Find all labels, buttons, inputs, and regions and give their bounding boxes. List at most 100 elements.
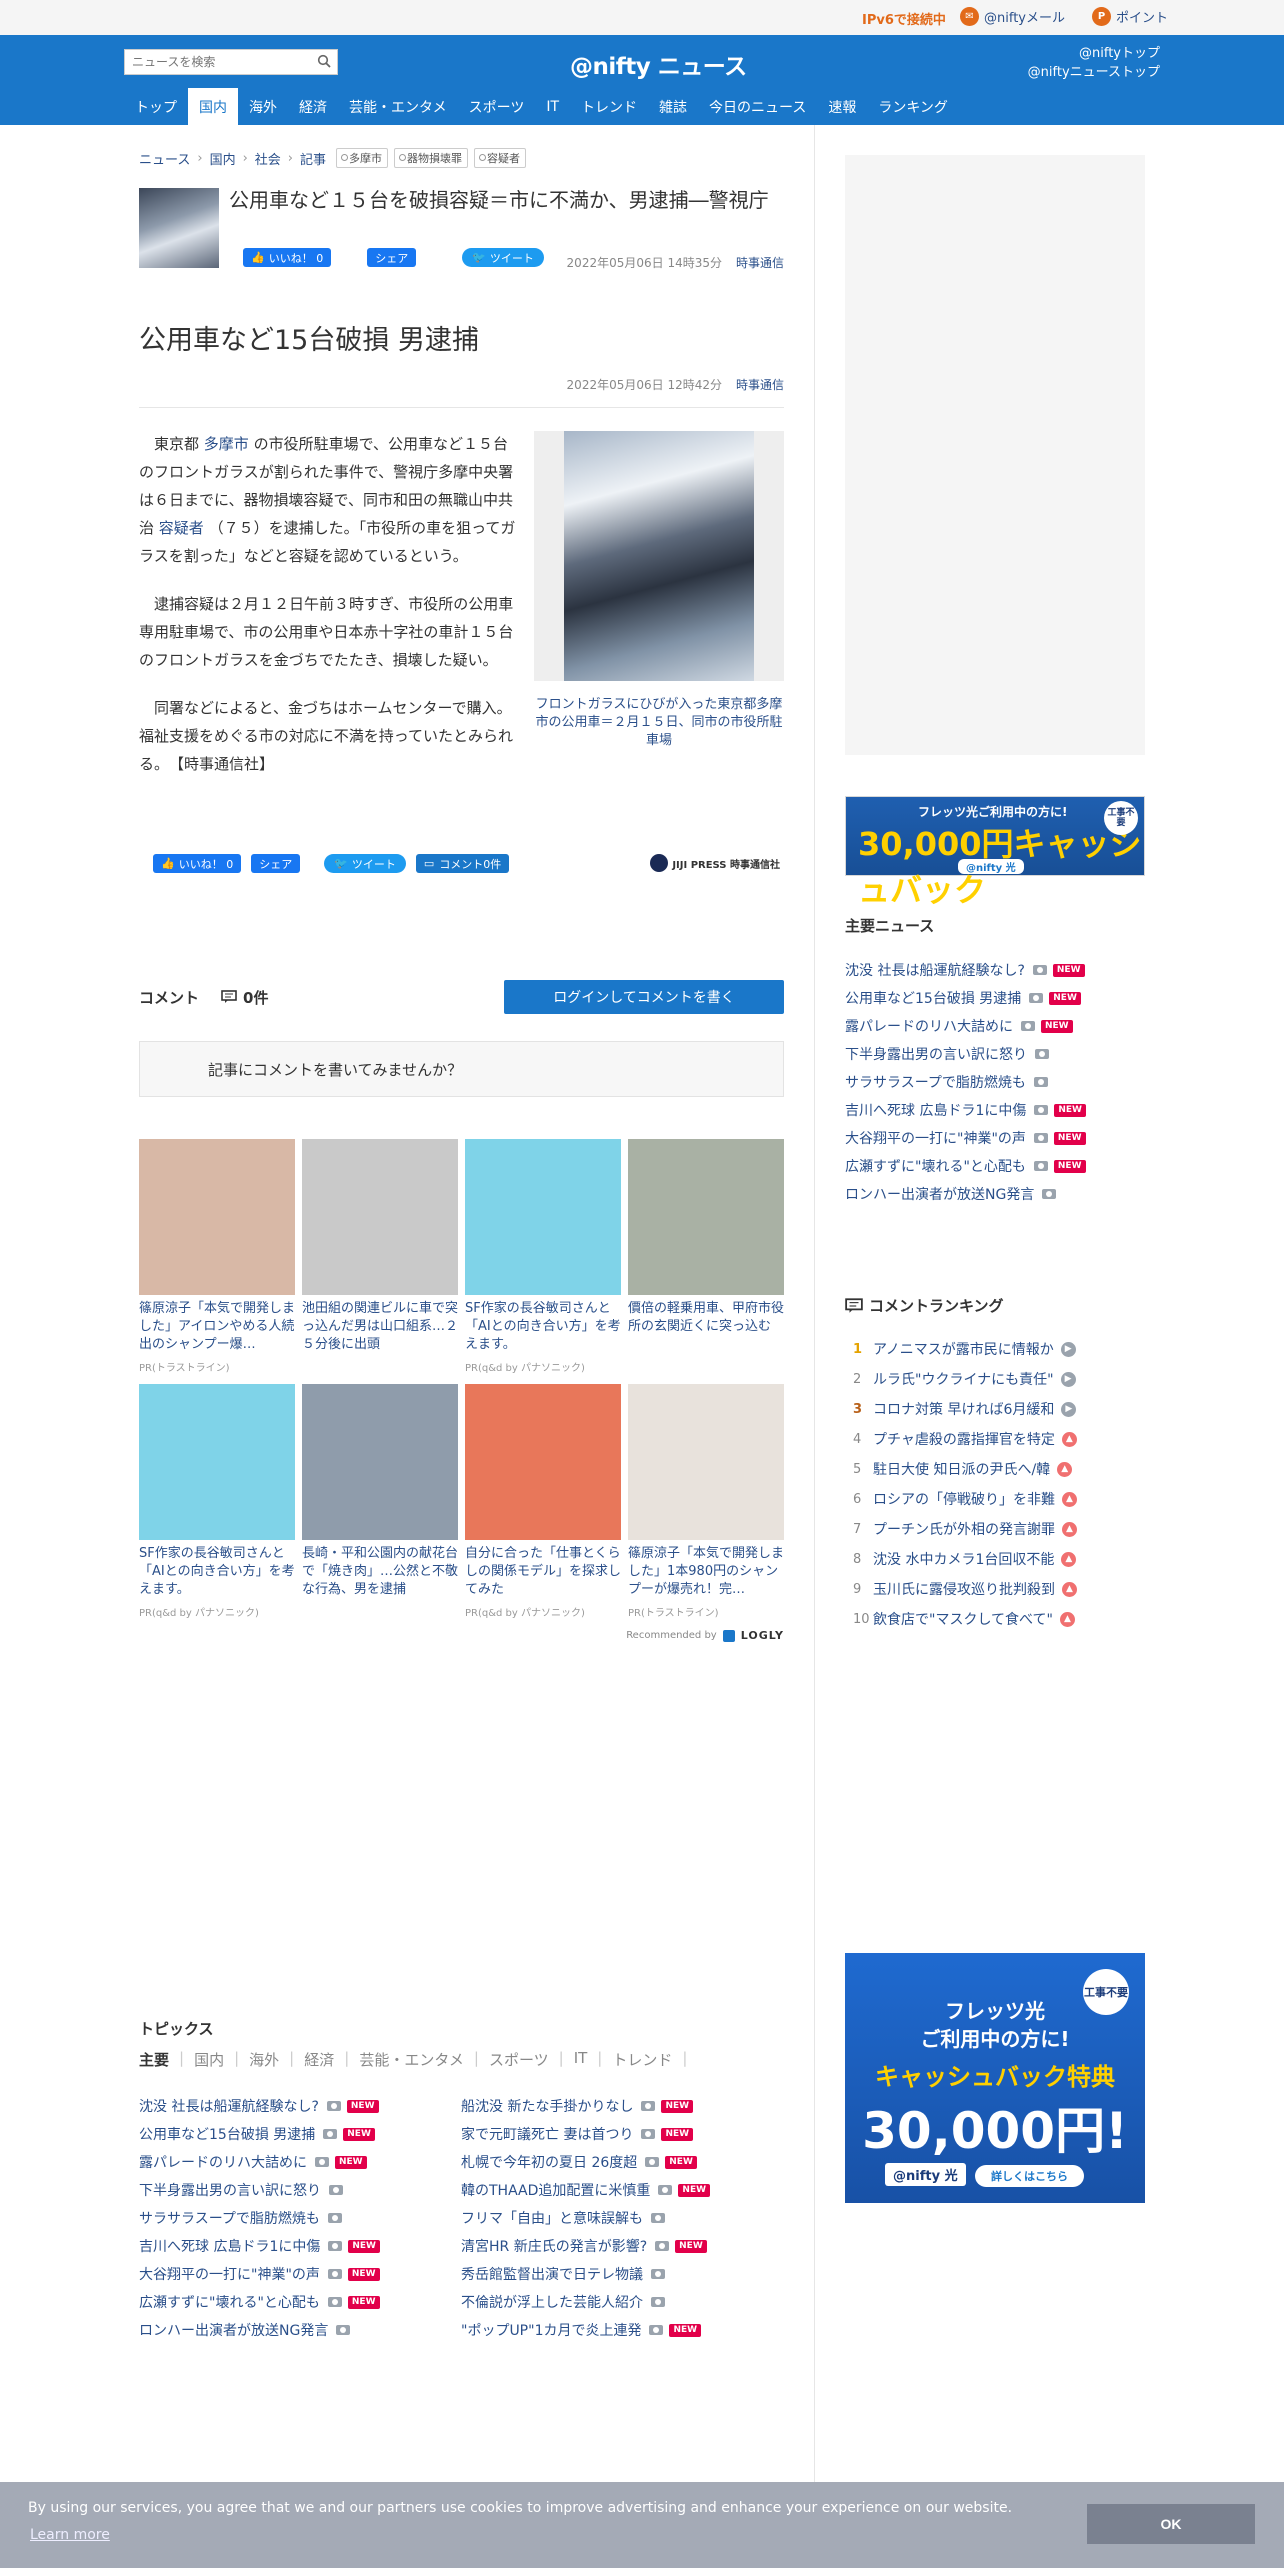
topic-item[interactable]: 札幌で今年初の夏日 26度超 NEW — [461, 2148, 783, 2176]
topic-item-title[interactable]: 札幌で今年初の夏日 26度超 — [461, 2152, 637, 2172]
main-news-item-title[interactable]: 沈没 社長は船運航経験なし? — [845, 960, 1025, 980]
ranking-item[interactable]: 6 ロシアの「停戦破り」を非難 ▲ — [845, 1484, 1145, 1514]
recommended-card[interactable]: 自分に合った「仕事とくらしの関係モデル」を探求してみた PR(q&d by パナソ… — [465, 1384, 621, 1619]
topics-tab[interactable]: トレンド — [612, 2049, 682, 2070]
topic-item[interactable]: 船沈没 新たな手掛かりなし NEW — [461, 2092, 783, 2120]
main-news-item[interactable]: サラサラスープで脂肪燃焼も — [845, 1068, 1145, 1096]
topic-item-title[interactable]: 広瀬すずに"壊れる"と心配も — [139, 2292, 320, 2312]
ranking-item[interactable]: 5 駐日大使 知日派の尹氏へ/韓 ▲ — [845, 1454, 1145, 1484]
main-news-item-title[interactable]: 下半身露出男の言い訳に怒り — [845, 1044, 1027, 1064]
nav-economy[interactable]: 経済 — [288, 88, 338, 125]
nav-ranking[interactable]: ランキング — [867, 88, 959, 125]
topics-tab[interactable]: 芸能・エンタメ — [359, 2049, 474, 2070]
site-logo[interactable]: @nifty ニュース — [570, 47, 747, 81]
headline-thumbnail[interactable] — [139, 188, 219, 268]
tweet-button[interactable]: 🐦 ツイート — [462, 248, 544, 267]
like-button-bottom[interactable]: 👍 いいね！ 0 — [153, 854, 242, 873]
topic-item-title[interactable]: 公用車など15台破損 男逮捕 — [139, 2124, 315, 2144]
nav-sports[interactable]: スポーツ — [458, 88, 536, 125]
main-news-item-title[interactable]: 広瀬すずに"壊れる"と心配も — [845, 1156, 1026, 1176]
tag-tama[interactable]: 多摩市 — [336, 148, 389, 168]
ranking-title[interactable]: プチャ虐殺の露指揮官を特定 — [873, 1429, 1055, 1449]
topic-item-title[interactable]: 露パレードのリハ大詰めに — [139, 2152, 307, 2172]
ranking-item[interactable]: 7 プーチン氏が外相の発言謝罪 ▲ — [845, 1514, 1145, 1544]
topic-item[interactable]: 不倫説が浮上した芸能人紹介 — [461, 2288, 783, 2316]
search-icon[interactable] — [317, 54, 331, 68]
recommended-card-image[interactable] — [628, 1139, 784, 1295]
nifty-mail-link[interactable]: ✉ @niftyメール — [960, 7, 1065, 26]
nav-it[interactable]: IT — [535, 88, 570, 125]
cookie-learn-more-link[interactable]: Learn more — [30, 2527, 110, 2543]
topic-item[interactable]: フリマ「自由」と意味誤解も — [461, 2204, 783, 2232]
tag-suspect[interactable]: 容疑者 — [474, 148, 527, 168]
main-news-item[interactable]: 広瀬すずに"壊れる"と心配も NEW — [845, 1152, 1145, 1180]
recommended-card-title[interactable]: 池田組の関連ビルに車で突っ込んだ男は山口組系…２５分後に出頭 — [302, 1300, 458, 1354]
share-button[interactable]: シェア — [367, 248, 417, 267]
breadcrumb-society[interactable]: 社会 — [255, 149, 281, 168]
topics-tab[interactable]: 主要 — [139, 2049, 179, 2070]
topics-tab[interactable]: 海外 — [249, 2049, 289, 2070]
recommended-card-title[interactable]: 價倍の軽乗用車、甲府市役所の玄関近くに突っ込む — [628, 1300, 784, 1354]
cashback-banner-large[interactable]: 工事不要 フレッツ光 ご利用中の方に! キャッシュバック特典 30,000円! … — [845, 1953, 1145, 2203]
topic-item-title[interactable]: 秀岳館監督出演で日テレ物議 — [461, 2264, 643, 2284]
main-news-item[interactable]: ロンハー出演者が放送NG発言 — [845, 1180, 1145, 1208]
recommended-card[interactable]: 長崎・平和公園内の献花台で「焼き肉」…公然と不敬な行為、男を逮捕 — [302, 1384, 458, 1619]
recommended-card-image[interactable] — [465, 1139, 621, 1295]
topic-item-title[interactable]: 吉川へ死球 広島ドラ1に中傷 — [139, 2236, 320, 2256]
ranking-item[interactable]: 3 コロナ対策 早ければ6月緩和 ▶ — [845, 1394, 1145, 1424]
topics-tab[interactable]: 国内 — [194, 2049, 234, 2070]
ranking-title[interactable]: ロシアの「停戦破り」を非難 — [873, 1489, 1055, 1509]
ranking-title[interactable]: 沈没 水中カメラ1台回収不能 — [873, 1549, 1054, 1569]
comment-count-button[interactable]: ▭ コメント0件 — [415, 854, 510, 873]
topic-item[interactable]: 大谷翔平の一打に"神業"の声 NEW — [139, 2260, 461, 2288]
logly-label[interactable]: LOGLY — [741, 1629, 784, 1642]
recommended-card[interactable]: 篠原涼子「本気で開発しました」アイロンやめる人続出のシャンプー爆… PR(トラスト… — [139, 1139, 295, 1374]
ranking-title[interactable]: コロナ対策 早ければ6月緩和 — [873, 1399, 1054, 1419]
topic-item-title[interactable]: サラサラスープで脂肪燃焼も — [139, 2208, 320, 2228]
cashback-banner-small[interactable]: フレッツ光ご利用中の方に! 30,000円キャッシュバック @nifty 光 工… — [845, 796, 1145, 909]
topic-item[interactable]: 清宮HR 新庄氏の発言が影響? NEW — [461, 2232, 783, 2260]
breadcrumb-domestic[interactable]: 国内 — [210, 149, 236, 168]
topic-item[interactable]: 広瀬すずに"壊れる"と心配も NEW — [139, 2288, 461, 2316]
ranking-item[interactable]: 10 飲食店で"マスクして食べて" ▲ — [845, 1604, 1145, 1634]
headline-title[interactable]: 公用車など１５台を破損容疑＝市に不満か、男逮捕―警視庁 — [229, 188, 784, 213]
ranking-item[interactable]: 8 沈没 水中カメラ1台回収不能 ▲ — [845, 1544, 1145, 1574]
topic-item-title[interactable]: 船沈没 新たな手掛かりなし — [461, 2096, 633, 2116]
ranking-item[interactable]: 2 ルラ氏"ウクライナにも責任" ▶ — [845, 1364, 1145, 1394]
topic-item[interactable]: 公用車など15台破損 男逮捕 NEW — [139, 2120, 461, 2148]
recommended-card[interactable]: 價倍の軽乗用車、甲府市役所の玄関近くに突っ込む — [628, 1139, 784, 1374]
main-news-item[interactable]: 公用車など15台破損 男逮捕 NEW — [845, 984, 1145, 1012]
topics-tab[interactable]: 経済 — [304, 2049, 344, 2070]
nav-domestic[interactable]: 国内 — [188, 88, 238, 125]
ranking-title[interactable]: 駐日大使 知日派の尹氏へ/韓 — [873, 1459, 1050, 1479]
nav-trend[interactable]: トレンド — [570, 88, 648, 125]
main-news-item-title[interactable]: 露パレードのリハ大詰めに — [845, 1016, 1013, 1036]
recommended-card[interactable]: SF作家の長谷敏司さんと「AIとの向き合い方」を考えます。 PR(q&d by パ… — [465, 1139, 621, 1374]
topic-item[interactable]: 沈没 社長は船運航経験なし? NEW — [139, 2092, 461, 2120]
main-news-item[interactable]: 露パレードのリハ大詰めに NEW — [845, 1012, 1145, 1040]
comment-prompt-box[interactable]: 記事にコメントを書いてみませんか？ — [139, 1041, 784, 1097]
main-news-item-title[interactable]: ロンハー出演者が放送NG発言 — [845, 1184, 1034, 1204]
banner2-cta-button[interactable]: 詳しくはこちら — [975, 2165, 1084, 2187]
main-news-item-title[interactable]: 大谷翔平の一打に"神業"の声 — [845, 1128, 1026, 1148]
topic-item-title[interactable]: "ポップUP"1カ月で炎上連発 — [461, 2320, 641, 2340]
topic-item-title[interactable]: 韓のTHAAD追加配置に米慎重 — [461, 2180, 650, 2200]
search-input[interactable] — [125, 50, 309, 74]
main-news-item-title[interactable]: 吉川へ死球 広島ドラ1に中傷 — [845, 1100, 1026, 1120]
recommended-card-image[interactable] — [139, 1139, 295, 1295]
recommended-card-title[interactable]: 篠原涼子「本気で開発しました」1本980円のシャンプーが爆売れ！完… — [628, 1545, 784, 1599]
topic-item[interactable]: 下半身露出男の言い訳に怒り — [139, 2176, 461, 2204]
link-suspect[interactable]: 容疑者 — [159, 519, 204, 537]
topics-tab[interactable]: IT — [574, 2049, 598, 2070]
topic-item[interactable]: 露パレードのリハ大詰めに NEW — [139, 2148, 461, 2176]
recommended-card[interactable]: 池田組の関連ビルに車で突っ込んだ男は山口組系…２５分後に出頭 — [302, 1139, 458, 1374]
photo-caption[interactable]: フロントガラスにひびが入った東京都多摩市の公用車＝２月１５日、同市の市役所駐車場 — [534, 696, 784, 750]
cookie-ok-button[interactable]: OK — [1087, 2504, 1255, 2544]
recommended-card[interactable]: SF作家の長谷敏司さんと「AIとの向き合い方」を考えます。 PR(q&d by パ… — [139, 1384, 295, 1619]
topic-item[interactable]: 秀岳館監督出演で日テレ物議 — [461, 2260, 783, 2288]
nav-today[interactable]: 今日のニュース — [698, 88, 817, 125]
main-news-item-title[interactable]: 公用車など15台破損 男逮捕 — [845, 988, 1021, 1008]
topic-item-title[interactable]: 不倫説が浮上した芸能人紹介 — [461, 2292, 643, 2312]
topic-item-title[interactable]: 大谷翔平の一打に"神業"の声 — [139, 2264, 320, 2284]
main-news-item-title[interactable]: サラサラスープで脂肪燃焼も — [845, 1072, 1026, 1092]
